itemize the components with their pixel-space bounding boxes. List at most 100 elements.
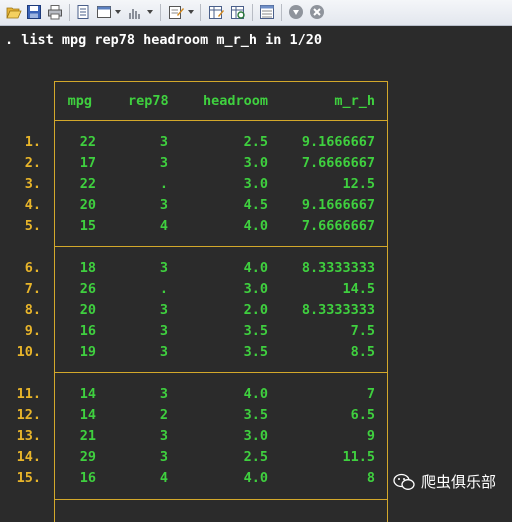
- cell-m_r_h: 7.6666667: [301, 155, 375, 171]
- cell-rep78: 3: [159, 428, 168, 444]
- table-row: 6. 18 3 4.0 8.3333333: [0, 258, 512, 279]
- cell-m_r_h: 8.3333333: [301, 302, 375, 318]
- cell-m_r_h: 7.6666667: [301, 218, 375, 234]
- row-number: 12.: [16, 407, 41, 423]
- cell-headroom: 2.0: [243, 302, 268, 318]
- variables-manager-icon[interactable]: [259, 4, 275, 20]
- table-row: 12. 14 2 3.5 6.5: [0, 405, 512, 426]
- graph-icon[interactable]: [127, 4, 143, 20]
- column-header-mpg: mpg: [67, 93, 92, 109]
- cell-m_r_h: 7: [366, 386, 375, 402]
- viewer-dropdown-icon[interactable]: [115, 10, 121, 14]
- row-number: 9.: [24, 323, 41, 339]
- row-number: 3.: [24, 176, 41, 192]
- cell-m_r_h: 9: [366, 428, 375, 444]
- row-number: 10.: [16, 344, 41, 360]
- cell-headroom: 2.5: [243, 134, 268, 150]
- cell-mpg: 26: [79, 281, 96, 297]
- table-row: 2. 17 3 3.0 7.6666667: [0, 153, 512, 174]
- cell-m_r_h: 8: [366, 470, 375, 486]
- data-browser-icon[interactable]: [230, 4, 246, 20]
- clear-icon[interactable]: [309, 4, 325, 20]
- table-header: mpg rep78 headroom m_r_h: [0, 91, 512, 112]
- cell-rep78: 4: [159, 218, 168, 234]
- cell-headroom: 4.0: [243, 470, 268, 486]
- log-icon[interactable]: [75, 4, 91, 20]
- open-icon[interactable]: [6, 4, 22, 20]
- column-header-headroom: headroom: [202, 93, 268, 109]
- table-row: 3. 22. 3.0 12.5: [0, 174, 512, 195]
- group-separator: [54, 246, 388, 247]
- cell-mpg: 15: [79, 218, 96, 234]
- data-editor-icon[interactable]: [208, 4, 224, 20]
- cell-rep78: 2: [159, 407, 168, 423]
- cell-rep78: 3: [159, 155, 168, 171]
- cell-rep78: 3: [159, 386, 168, 402]
- do-file-editor-icon[interactable]: [168, 4, 184, 20]
- table-row: 7. 26. 3.0 14.5: [0, 279, 512, 300]
- cell-mpg: 21: [79, 428, 96, 444]
- cell-rep78: 3: [159, 197, 168, 213]
- cell-mpg: 14: [79, 407, 96, 423]
- watermark: 爬虫俱乐部: [393, 471, 496, 492]
- cell-mpg: 19: [79, 344, 96, 360]
- row-number: 7.: [24, 281, 41, 297]
- cell-m_r_h: 14.5: [342, 281, 375, 297]
- row-number: 4.: [24, 197, 41, 213]
- results-window[interactable]: . list mpg rep78 headroom m_r_h in 1/20 …: [0, 26, 512, 522]
- cell-m_r_h: 8.3333333: [301, 260, 375, 276]
- table-row: 5. 15 4 4.0 7.6666667: [0, 216, 512, 237]
- cell-headroom: 3.0: [243, 155, 268, 171]
- wechat-icon: [393, 473, 415, 490]
- graph-dropdown-icon[interactable]: [147, 10, 153, 14]
- cell-mpg: 22: [79, 176, 96, 192]
- row-number: 6.: [24, 260, 41, 276]
- cell-headroom: 3.0: [243, 176, 268, 192]
- row-number: 1.: [24, 134, 41, 150]
- cell-rep78: 3: [159, 344, 168, 360]
- cell-rep78: 3: [159, 449, 168, 465]
- header-separator: [54, 120, 388, 121]
- cell-m_r_h: 11.5: [342, 449, 375, 465]
- cell-m_r_h: 9.1666667: [301, 134, 375, 150]
- cell-mpg: 29: [79, 449, 96, 465]
- cell-headroom: 3.5: [243, 407, 268, 423]
- cell-m_r_h: 6.5: [350, 407, 375, 423]
- save-icon[interactable]: [26, 4, 42, 20]
- row-number: 2.: [24, 155, 41, 171]
- cell-m_r_h: 9.1666667: [301, 197, 375, 213]
- row-number: 14.: [16, 449, 41, 465]
- table-row: 1. 22 3 2.5 9.1666667: [0, 132, 512, 153]
- cell-mpg: 14: [79, 386, 96, 402]
- cell-headroom: 4.5: [243, 197, 268, 213]
- do-file-dropdown-icon[interactable]: [188, 10, 194, 14]
- table-row: 4. 20 3 4.5 9.1666667: [0, 195, 512, 216]
- print-icon[interactable]: [47, 4, 63, 20]
- table-row: 14. 29 3 2.5 11.5: [0, 447, 512, 468]
- table-row: 10. 19 3 3.5 8.5: [0, 342, 512, 363]
- toolbar: [0, 0, 512, 26]
- cell-m_r_h: 8.5: [350, 344, 375, 360]
- cell-headroom: 3.5: [243, 323, 268, 339]
- row-number: 15.: [16, 470, 41, 486]
- cell-mpg: 20: [79, 302, 96, 318]
- cell-mpg: 16: [79, 470, 96, 486]
- cell-rep78: .: [159, 281, 168, 297]
- cell-headroom: 4.0: [243, 260, 268, 276]
- cell-rep78: 3: [159, 260, 168, 276]
- cell-rep78: 4: [159, 470, 168, 486]
- cell-rep78: .: [159, 176, 168, 192]
- cell-rep78: 3: [159, 134, 168, 150]
- cell-mpg: 20: [79, 197, 96, 213]
- table-row: 9. 16 3 3.5 7.5: [0, 321, 512, 342]
- cell-headroom: 3.0: [243, 281, 268, 297]
- watermark-text: 爬虫俱乐部: [420, 473, 496, 491]
- row-number: 8.: [24, 302, 41, 318]
- cell-mpg: 17: [79, 155, 96, 171]
- cell-mpg: 16: [79, 323, 96, 339]
- group-separator: [54, 499, 388, 500]
- break-icon[interactable]: [288, 4, 304, 20]
- cell-rep78: 3: [159, 302, 168, 318]
- row-number: 11.: [16, 386, 41, 402]
- viewer-icon[interactable]: [96, 4, 112, 20]
